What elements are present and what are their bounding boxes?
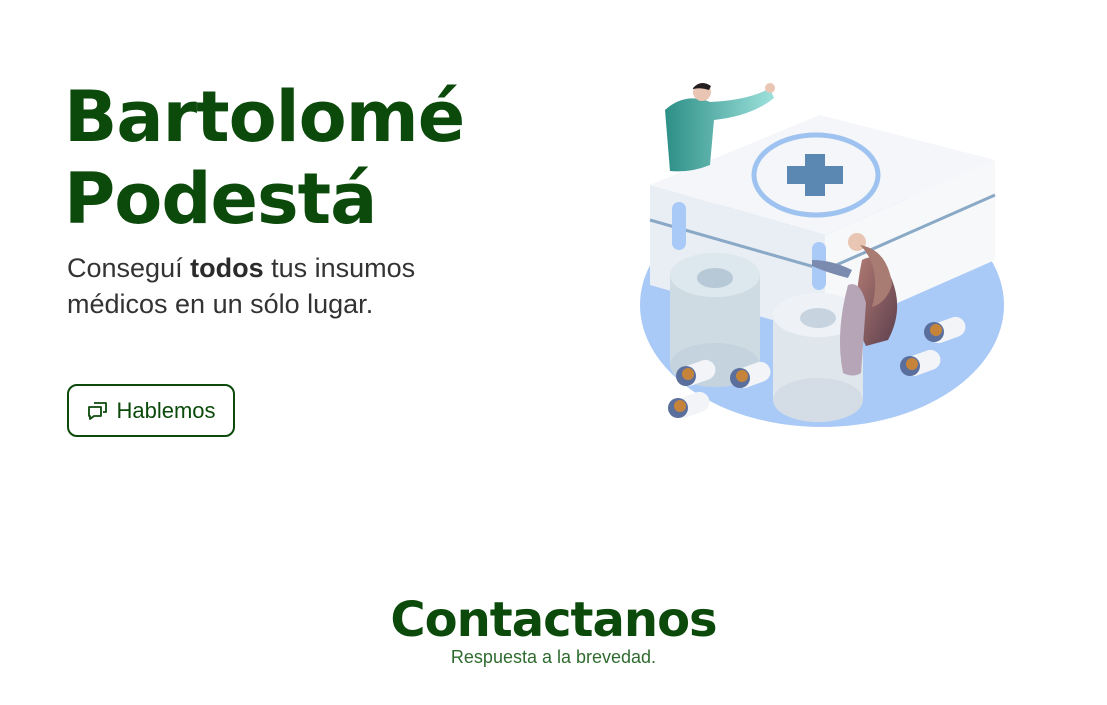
page: Bartolomé Podestá Conseguí todos tus ins… xyxy=(0,0,1107,705)
hero-subtitle-pre: Conseguí xyxy=(67,253,183,283)
hablemos-button-label: Hablemos xyxy=(116,397,216,423)
contact-title: Contactanos xyxy=(390,592,717,648)
chat-bubbles-icon xyxy=(86,399,110,423)
contact-subtitle: Respuesta a la brevedad. xyxy=(450,647,657,667)
hero-title: Bartolomé Podestá xyxy=(64,76,465,240)
hero-title-line1: Bartolomé xyxy=(64,76,465,158)
hero-subtitle: Conseguí todos tus insumos médicos en un… xyxy=(67,250,427,322)
hero-subtitle-bold: todos xyxy=(190,253,264,283)
hero-title-line2: Podestá xyxy=(64,158,377,240)
hablemos-button[interactable]: Hablemos xyxy=(67,384,235,437)
medical-kit-illustration xyxy=(630,70,1020,440)
